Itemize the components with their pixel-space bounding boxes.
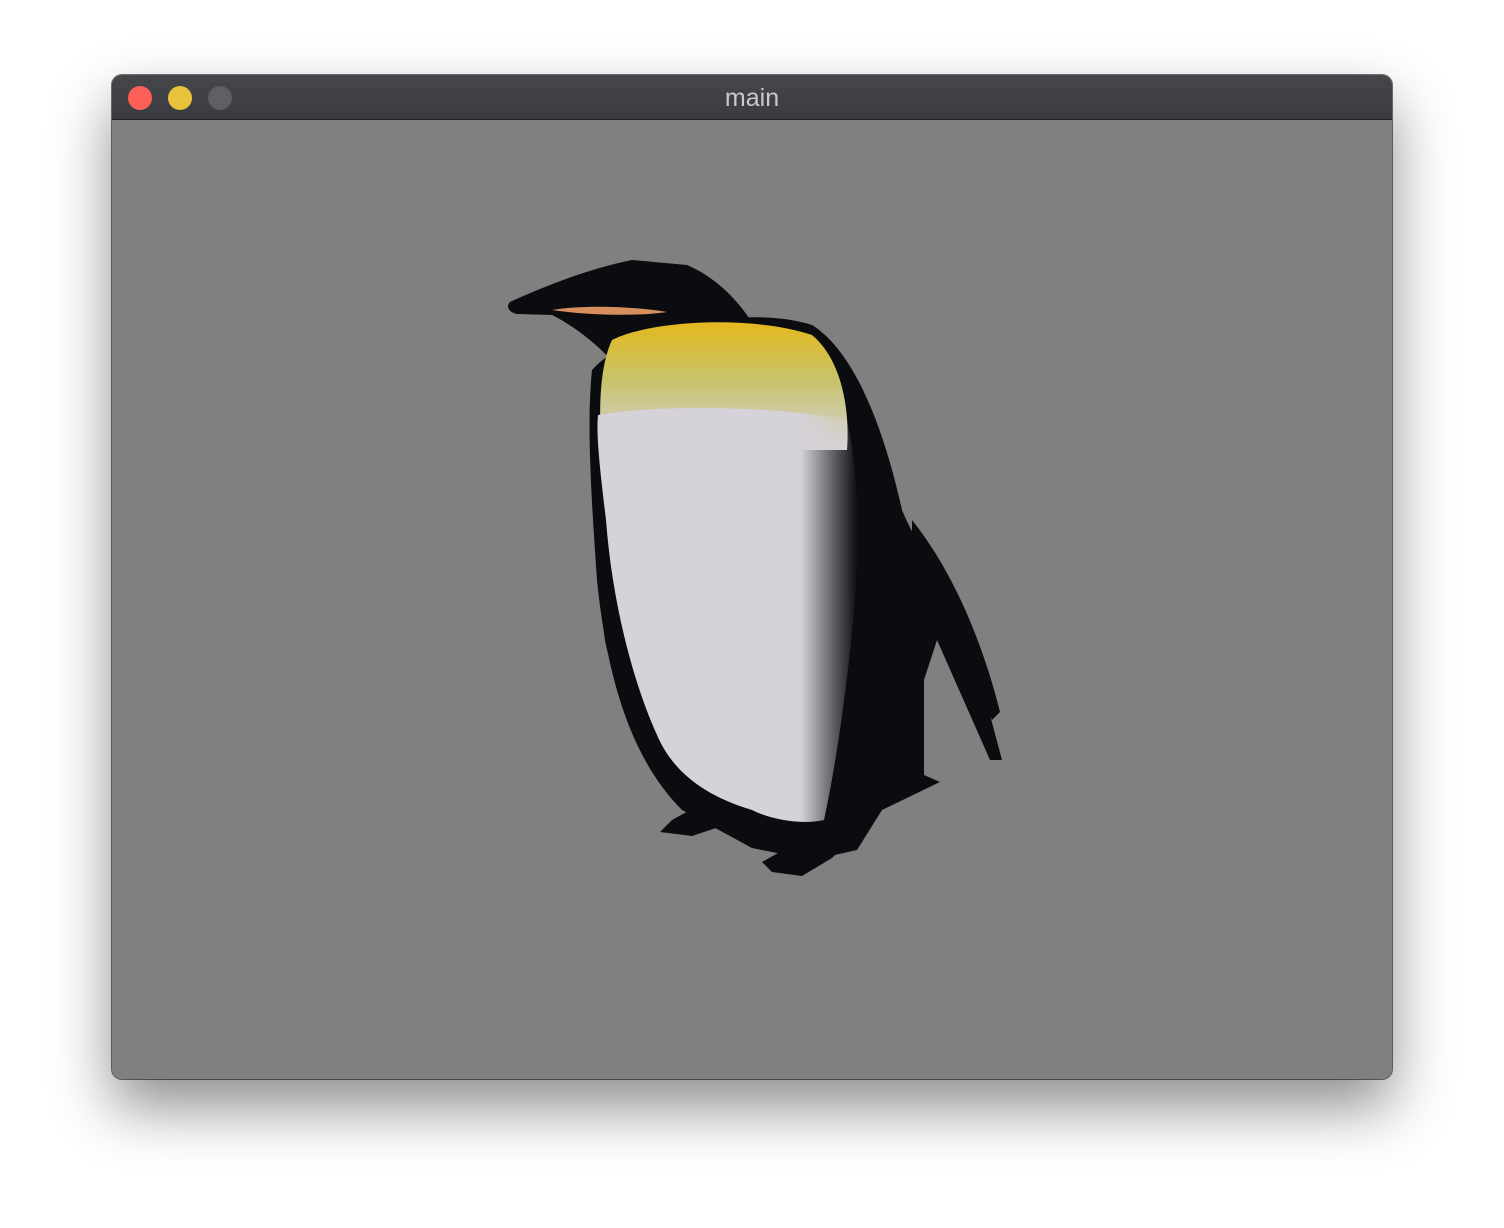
penguin-model-icon [508,260,1002,876]
title-bar[interactable]: main [112,75,1392,120]
window-title: main [724,84,780,112]
penguin-belly [597,408,858,822]
render-viewport[interactable] [112,120,1392,1079]
app-window: main [112,75,1392,1079]
